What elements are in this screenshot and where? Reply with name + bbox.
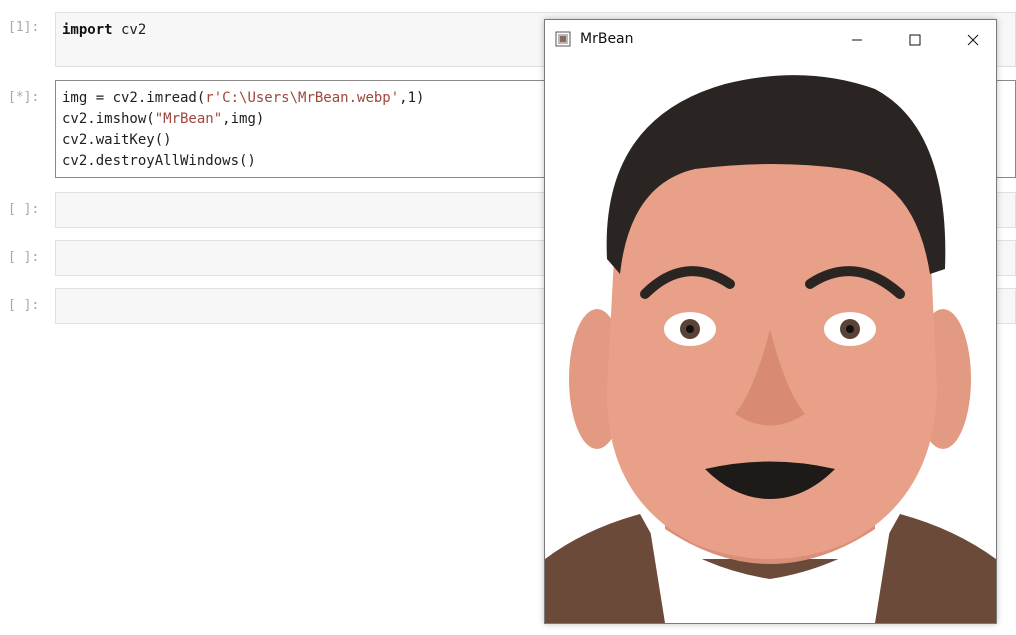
cell-prompt: [ ]: xyxy=(8,250,40,265)
code-text: cv2.destroyAllWindows() xyxy=(62,153,256,169)
window-titlebar[interactable]: MrBean xyxy=(545,20,996,60)
code-text: cv2.waitKey() xyxy=(62,132,172,148)
app-icon xyxy=(555,31,571,47)
cell-prompt: [*]: xyxy=(8,90,40,105)
close-button[interactable] xyxy=(950,20,996,59)
window-title: MrBean xyxy=(580,31,634,47)
string-literal: "MrBean" xyxy=(154,111,223,127)
code-text: img = cv2.imread( xyxy=(62,90,206,106)
string-literal: r'C:\Users\MrBean.webp' xyxy=(205,90,400,106)
cell-prompt: [ ]: xyxy=(8,202,40,217)
maximize-button[interactable] xyxy=(892,20,938,59)
minimize-button[interactable] xyxy=(834,20,880,59)
image-canvas xyxy=(545,59,996,623)
image-window[interactable]: MrBean xyxy=(544,19,997,624)
code-text: cv2 xyxy=(112,22,147,38)
cell-prompt: [ ]: xyxy=(8,298,40,313)
close-icon xyxy=(967,34,979,45)
face-photo xyxy=(545,75,996,623)
code-text: ,img) xyxy=(222,111,265,127)
code-text: ,1) xyxy=(399,90,425,106)
maximize-icon xyxy=(909,34,921,45)
minimize-icon xyxy=(852,39,862,40)
keyword: import xyxy=(62,22,113,38)
code-text: cv2.imshow( xyxy=(62,111,155,127)
cell-prompt: [1]: xyxy=(8,20,40,35)
